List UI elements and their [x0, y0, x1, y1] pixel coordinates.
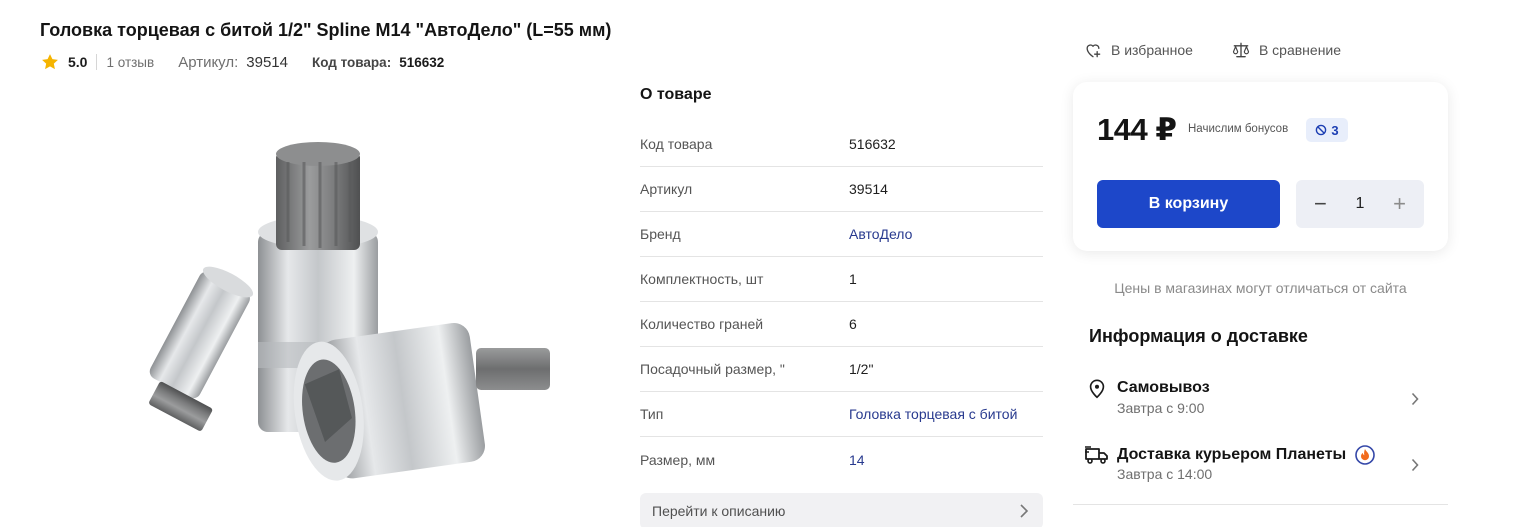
- product-image[interactable]: [108, 132, 558, 488]
- spec-key: Тип: [640, 406, 664, 422]
- decrease-button[interactable]: −: [1314, 193, 1327, 215]
- favorites-label: В избранное: [1111, 42, 1193, 58]
- price-notice: Цены в магазинах могут отличаться от сай…: [1114, 280, 1407, 296]
- delivery-heading: Информация о доставке: [1089, 326, 1308, 346]
- spec-row: Комплектность, шт 1: [640, 257, 1043, 302]
- rating-value: 5.0: [68, 54, 88, 70]
- size-link[interactable]: 14: [849, 452, 865, 468]
- quantity-value: 1: [1355, 195, 1365, 212]
- add-to-cart-button[interactable]: В корзину: [1097, 180, 1280, 228]
- price-card: 144 ₽ Начислим бонусов 3 В корзину − 1 +: [1073, 82, 1448, 251]
- spec-row: Бренд АвтоДело: [640, 212, 1043, 257]
- star-icon: [42, 54, 58, 70]
- favorites-button[interactable]: В избранное: [1083, 40, 1193, 60]
- product-actions: В избранное В сравнение: [1083, 40, 1341, 60]
- spec-row: Тип Головка торцевая с битой: [640, 392, 1043, 437]
- divider: [96, 54, 98, 70]
- goto-description-label: Перейти к описанию: [652, 503, 786, 519]
- reviews-link[interactable]: 1 отзыв: [106, 55, 154, 70]
- type-link[interactable]: Головка торцевая с битой: [849, 406, 1017, 422]
- article-value: 39514: [246, 53, 288, 71]
- goto-description-button[interactable]: Перейти к описанию: [640, 493, 1043, 527]
- bonus-icon: [1316, 124, 1327, 136]
- delivery-title: Доставка курьером Планеты: [1117, 446, 1347, 463]
- delivery-time: Завтра с 14:00: [1117, 466, 1213, 482]
- flame-icon: [1355, 445, 1376, 465]
- quantity-stepper: − 1 +: [1296, 180, 1424, 228]
- delivery-time: Завтра с 9:00: [1117, 400, 1205, 416]
- bonus-value: 3: [1331, 122, 1339, 138]
- chevron-right-icon: [1411, 392, 1419, 406]
- compare-label: В сравнение: [1258, 42, 1342, 58]
- delivery-option-pickup[interactable]: Самовывоз Завтра с 9:00: [1085, 378, 1421, 422]
- price: 144 ₽: [1097, 112, 1177, 147]
- spec-row: Размер, мм 14: [640, 437, 1043, 482]
- delivery-option-courier[interactable]: Доставка курьером Планеты Завтра с 14:00: [1085, 444, 1421, 488]
- spec-key: Посадочный размер, ": [640, 361, 785, 377]
- divider: [1073, 504, 1448, 505]
- brand-link[interactable]: АвтоДело: [849, 226, 912, 242]
- spec-key: Артикул: [640, 181, 693, 197]
- product-title: Головка торцевая с битой 1/2" Spline M14…: [40, 20, 612, 40]
- specs-table: Код товара 516632 Артикул 39514 Бренд АвтоД…: [640, 122, 1043, 482]
- spec-key: Размер, мм: [640, 451, 716, 468]
- spec-value: 39514: [849, 181, 888, 197]
- heart-plus-icon: [1086, 44, 1101, 58]
- socket-bit-illustration: [149, 142, 550, 481]
- article-label: Артикул:: [178, 53, 239, 71]
- increase-button[interactable]: +: [1393, 193, 1406, 215]
- location-pin-icon: [1089, 379, 1105, 399]
- spec-value: 6: [849, 316, 857, 332]
- spec-row: Посадочный размер, " 1/2": [640, 347, 1043, 392]
- spec-value: 1: [849, 271, 857, 287]
- compare-button[interactable]: В сравнение: [1231, 40, 1341, 60]
- product-meta: 5.0 1 отзыв Артикул: 39514 Код товара: 5…: [40, 52, 444, 72]
- product-code-label: Код товара:: [312, 54, 392, 70]
- delivery-title: Самовывоз: [1117, 379, 1210, 396]
- spec-key: Количество граней: [640, 316, 764, 332]
- truck-icon: [1085, 446, 1108, 464]
- spec-key: Код товара: [640, 136, 713, 152]
- bonus-badge[interactable]: 3: [1306, 118, 1348, 142]
- delivery-title-row: Доставка курьером Планеты: [1117, 445, 1376, 465]
- spec-row: Количество граней 6: [640, 302, 1043, 347]
- bonus-label: Начислим бонусов: [1188, 123, 1289, 135]
- spec-key: Комплектность, шт: [640, 271, 764, 287]
- spec-value: 1/2": [849, 361, 874, 377]
- about-heading: О товаре: [640, 86, 712, 103]
- chevron-right-icon: [1020, 504, 1029, 518]
- spec-row: Артикул 39514: [640, 167, 1043, 212]
- spec-key: Бренд: [640, 226, 681, 242]
- scales-icon: [1232, 42, 1250, 58]
- spec-row: Код товара 516632: [640, 122, 1043, 167]
- product-code-value: 516632: [399, 54, 445, 70]
- spec-value: 516632: [849, 136, 896, 152]
- chevron-right-icon: [1411, 458, 1419, 472]
